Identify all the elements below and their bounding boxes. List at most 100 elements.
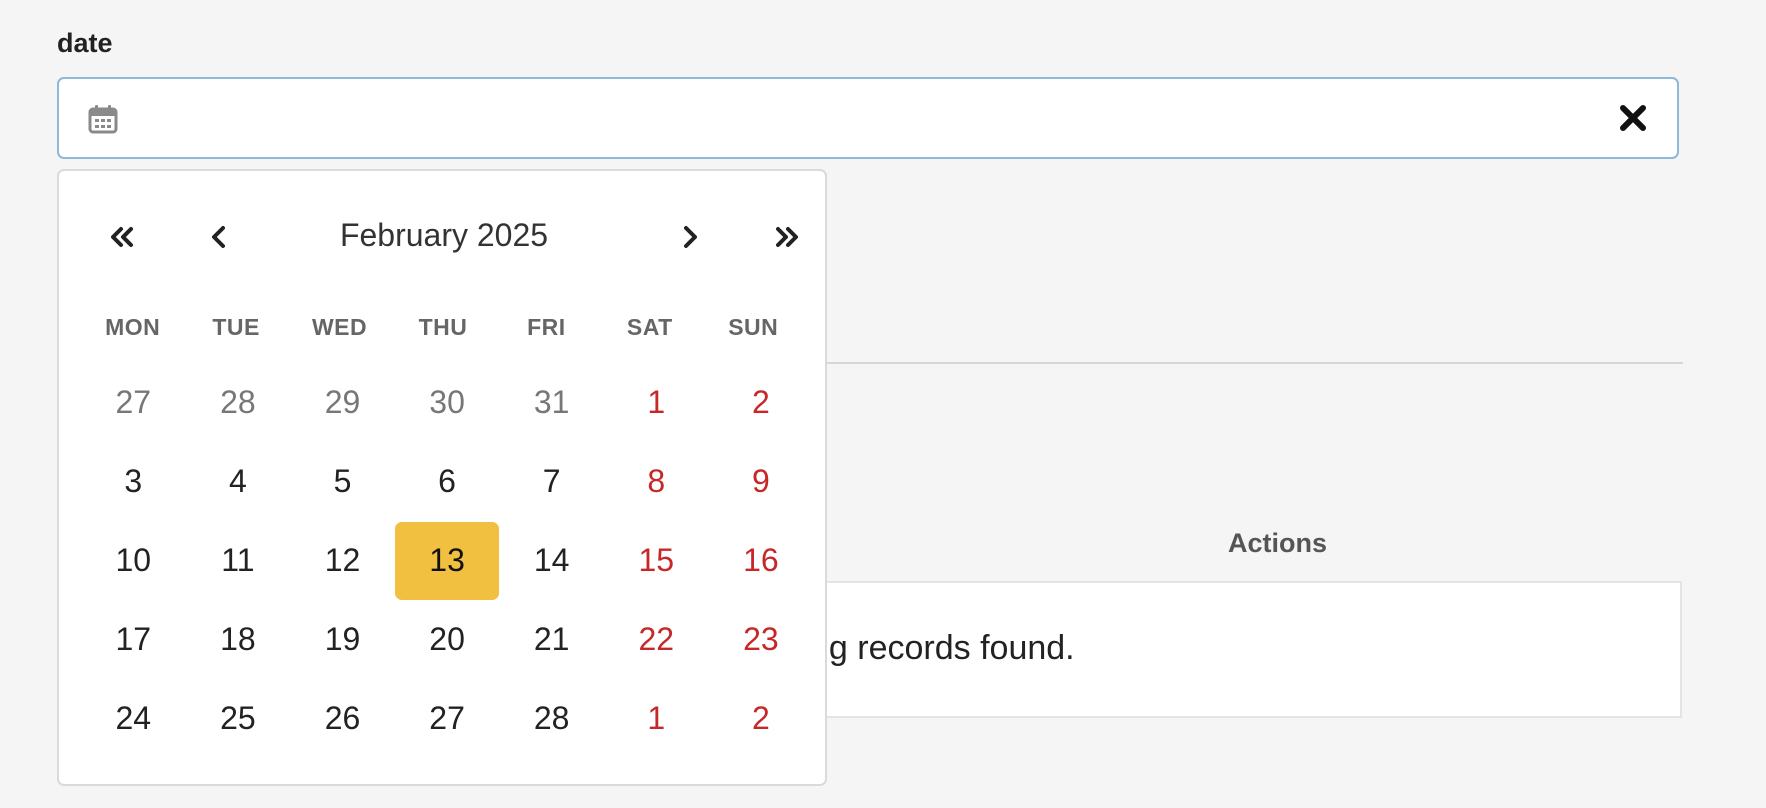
- calendar-day[interactable]: 1: [604, 679, 709, 758]
- calendar-day-label: 8: [647, 463, 666, 499]
- calendar-day[interactable]: 9: [709, 442, 814, 521]
- calendar-day-label: 10: [115, 542, 152, 578]
- calendar-day[interactable]: 5: [290, 442, 395, 521]
- days-grid: 27 28 29 30 31 1 2 3 4 5 6 7 8 9 10 11 12 13 14 15 16 17 18 19 2…: [81, 363, 815, 758]
- calendar-week-row: 17 18 19 20 21 22 23: [81, 600, 815, 679]
- calendar-day-label: 23: [743, 621, 779, 657]
- close-icon[interactable]: [1615, 100, 1651, 136]
- calendar-day[interactable]: 12: [290, 521, 395, 600]
- calendar-day[interactable]: 30: [395, 363, 500, 442]
- calendar-day[interactable]: 27: [81, 363, 186, 442]
- weekday-label: WED: [311, 314, 368, 340]
- prev-month-button[interactable]: [189, 207, 249, 267]
- calendar-day[interactable]: 17: [81, 600, 186, 679]
- calendar-day-label: 19: [324, 621, 361, 657]
- calendar-week-row: 3 4 5 6 7 8 9: [81, 442, 815, 521]
- calendar-day-label: 17: [115, 621, 152, 657]
- calendar-day-label: 21: [533, 621, 570, 657]
- calendar-day[interactable]: 15: [604, 521, 709, 600]
- calendar-day-label: 12: [324, 542, 361, 578]
- date-input[interactable]: [143, 89, 1543, 147]
- calendar-day[interactable]: 26: [290, 679, 395, 758]
- calendar-day-label: 26: [324, 700, 361, 736]
- double-chevron-right-icon: [776, 227, 798, 247]
- weekday-label: FRI: [527, 314, 566, 340]
- calendar-day-label: 5: [333, 463, 352, 499]
- weekday-label: TUE: [212, 314, 260, 340]
- calendar-week-row: 24 25 26 27 28 1 2: [81, 679, 815, 758]
- calendar-day-label: 9: [751, 463, 770, 499]
- calendar-day-label: 25: [220, 700, 256, 736]
- calendar-day[interactable]: 6: [395, 442, 500, 521]
- calendar-icon: [87, 103, 119, 135]
- calendar-day[interactable]: 23: [709, 600, 814, 679]
- month-year-title[interactable]: February 2025: [259, 217, 629, 254]
- empty-message: ng records found.: [810, 629, 1075, 667]
- calendar-day-label: 16: [743, 542, 779, 578]
- calendar-day[interactable]: 4: [186, 442, 291, 521]
- calendar-day[interactable]: 28: [186, 363, 291, 442]
- calendar-day[interactable]: 20: [395, 600, 500, 679]
- calendar-day[interactable]: 22: [604, 600, 709, 679]
- calendar-day[interactable]: 16: [709, 521, 814, 600]
- calendar-day-label: 27: [429, 700, 465, 736]
- section-divider: [826, 362, 1683, 364]
- calendar-day-label: 14: [533, 542, 570, 578]
- calendar-day[interactable]: 25: [186, 679, 291, 758]
- calendar-day[interactable]: 10: [81, 521, 186, 600]
- weekday-label: SAT: [626, 314, 673, 340]
- next-year-button[interactable]: [757, 207, 817, 267]
- calendar-week-row: 10 11 12 13 14 15 16: [81, 521, 815, 600]
- calendar-day-label: 28: [220, 384, 256, 420]
- calendar-day[interactable]: 31: [499, 363, 604, 442]
- chevron-right-icon: [684, 226, 697, 248]
- next-month-button[interactable]: [660, 207, 720, 267]
- calendar-day-label: 11: [221, 542, 255, 578]
- calendar-day-label: 1: [647, 384, 666, 420]
- calendar-day-label: 30: [429, 384, 465, 420]
- double-chevron-left-icon: [111, 227, 133, 247]
- calendar-day-label: 27: [115, 384, 152, 420]
- calendar-day[interactable]: 11: [186, 521, 291, 600]
- weekday-label: THU: [418, 314, 468, 340]
- calendar-day-label: 3: [124, 463, 143, 499]
- calendar-day-label: 22: [638, 621, 675, 657]
- calendar-day-selected[interactable]: 13: [395, 521, 500, 600]
- weekday-header-row: MON TUE WED THU FRI SAT SUN: [81, 314, 805, 341]
- calendar-day-label: 6: [438, 463, 456, 499]
- chevron-left-icon: [212, 226, 225, 248]
- calendar-day[interactable]: 19: [290, 600, 395, 679]
- calendar-day[interactable]: 2: [709, 363, 814, 442]
- calendar-header: February 2025: [59, 171, 825, 301]
- calendar-day[interactable]: 14: [499, 521, 604, 600]
- calendar-week-row: 27 28 29 30 31 1 2: [81, 363, 815, 442]
- calendar-day-label: 2: [751, 700, 770, 736]
- calendar-day[interactable]: 21: [499, 600, 604, 679]
- calendar-day[interactable]: 8: [604, 442, 709, 521]
- table-body: ng records found.: [808, 581, 1682, 718]
- calendar-day-label: 29: [324, 384, 361, 420]
- weekday-label: SUN: [728, 314, 779, 340]
- table-column-header-actions: Actions: [1228, 528, 1328, 558]
- calendar-day-label: 15: [638, 542, 675, 578]
- calendar-day[interactable]: 27: [395, 679, 500, 758]
- calendar-day-label: 18: [220, 621, 256, 657]
- calendar-day[interactable]: 28: [499, 679, 604, 758]
- weekday-label: MON: [105, 314, 161, 340]
- prev-year-button[interactable]: [92, 207, 152, 267]
- calendar-day[interactable]: 2: [709, 679, 814, 758]
- calendar-day[interactable]: 3: [81, 442, 186, 521]
- calendar-day-label: 4: [228, 463, 247, 499]
- calendar-day-label: 7: [542, 463, 561, 499]
- calendar-day[interactable]: 24: [81, 679, 186, 758]
- field-label: date: [57, 28, 113, 58]
- calendar-day[interactable]: 29: [290, 363, 395, 442]
- calendar-day-label: 20: [429, 621, 465, 657]
- calendar-day-label: 31: [533, 384, 570, 420]
- calendar-day[interactable]: 1: [604, 363, 709, 442]
- calendar-day[interactable]: 18: [186, 600, 291, 679]
- date-picker-popup: February 2025 MON TUE WED THU FRI SAT SU…: [57, 169, 827, 786]
- calendar-day-label: 2: [751, 384, 770, 420]
- date-input-wrapper[interactable]: [57, 77, 1679, 159]
- calendar-day[interactable]: 7: [499, 442, 604, 521]
